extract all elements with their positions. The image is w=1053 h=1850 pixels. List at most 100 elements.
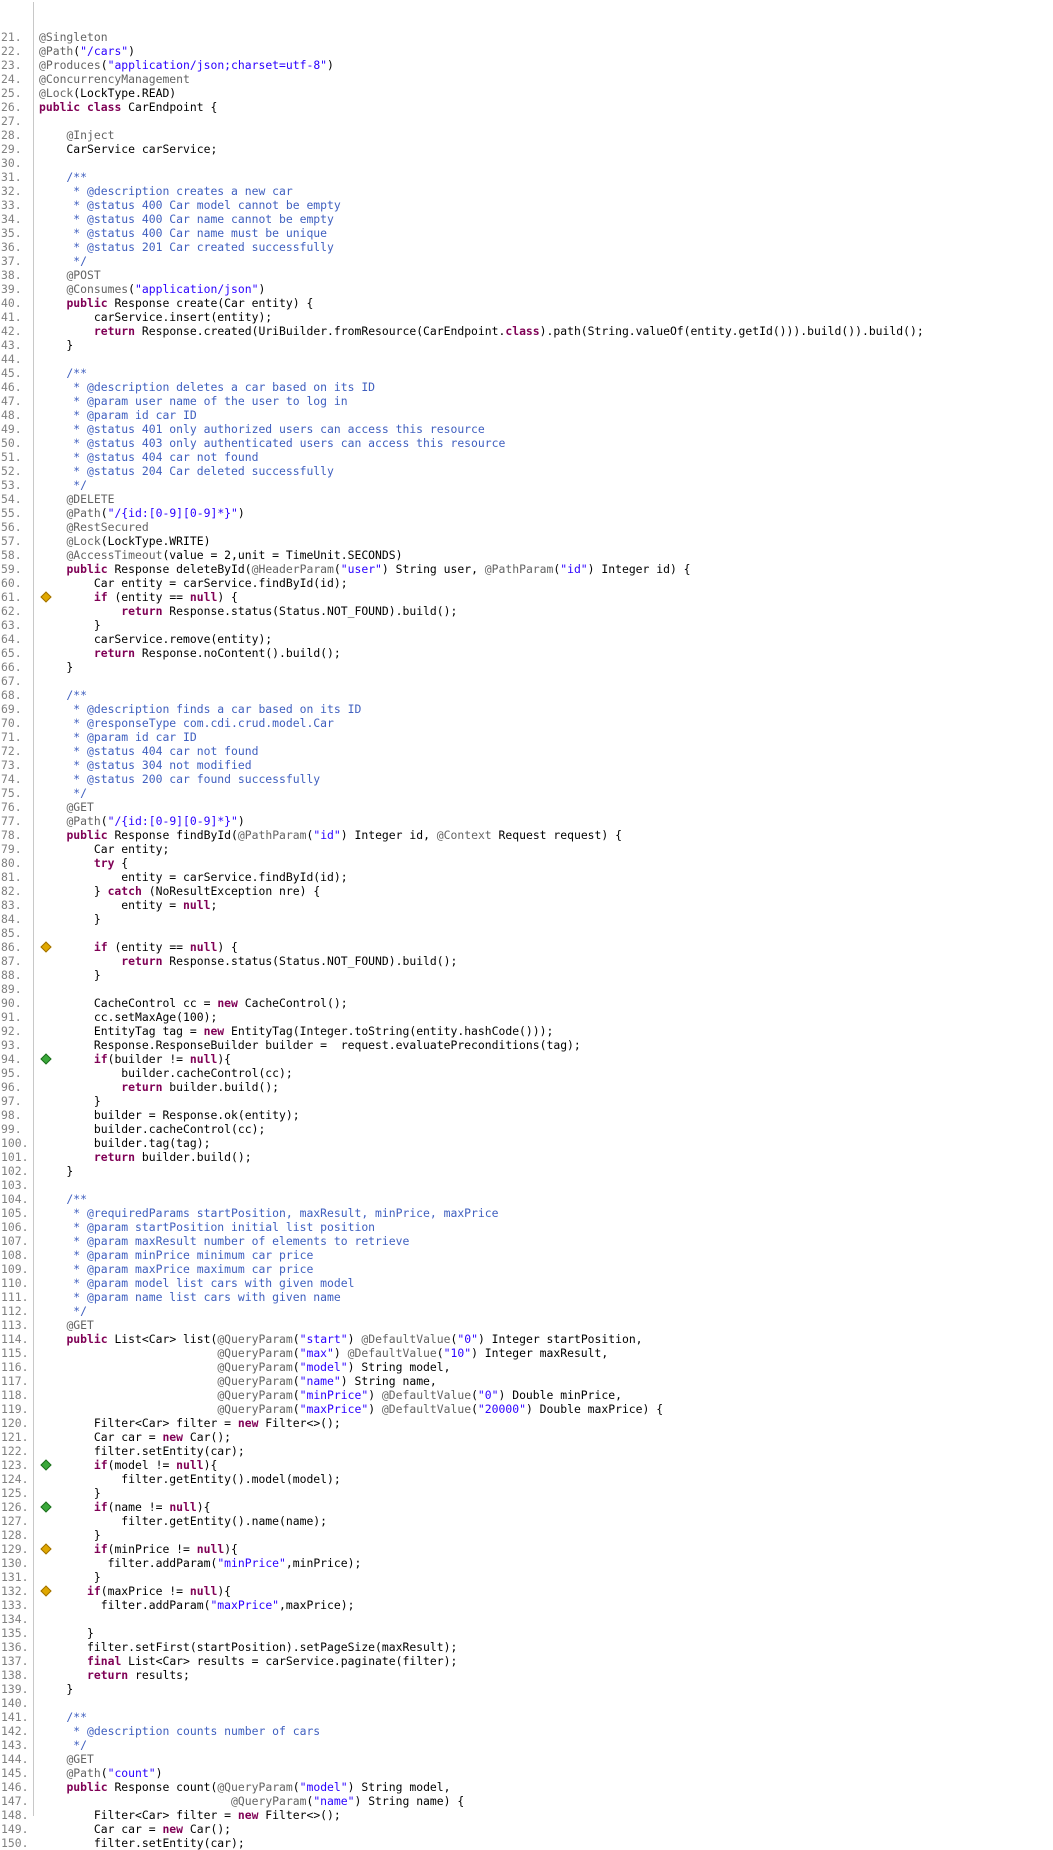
code-line[interactable]: 81. entity = carService.findById(id); [0,870,1053,884]
code-line[interactable]: 65. return Response.noContent().build(); [0,646,1053,660]
code-line[interactable]: 52. * @status 204 Car deleted successful… [0,464,1053,478]
code-line[interactable]: 72. * @status 404 car not found [0,744,1053,758]
code-line[interactable]: 115. @QueryParam("max") @DefaultValue("1… [0,1346,1053,1360]
code-line[interactable]: 74. * @status 200 car found successfully [0,772,1053,786]
code-line[interactable]: 144. @GET [0,1752,1053,1766]
code-line[interactable]: 54. @DELETE [0,492,1053,506]
code-line[interactable]: 28. @Inject [0,128,1053,142]
code-line[interactable]: 42. return Response.created(UriBuilder.f… [0,324,1053,338]
code-line[interactable]: 79. Car entity; [0,842,1053,856]
code-line[interactable]: 117. @QueryParam("name") String name, [0,1374,1053,1388]
code-line[interactable]: 34. * @status 400 Car name cannot be emp… [0,212,1053,226]
code-line[interactable]: 30. [0,156,1053,170]
code-line[interactable]: 118. @QueryParam("minPrice") @DefaultVal… [0,1388,1053,1402]
code-line[interactable]: 137. final List<Car> results = carServic… [0,1654,1053,1668]
code-line[interactable]: 90. CacheControl cc = new CacheControl()… [0,996,1053,1010]
code-line[interactable]: 24. @ConcurrencyManagement [0,72,1053,86]
code-line[interactable]: 23. @Produces("application/json;charset=u… [0,58,1053,72]
code-line[interactable]: 66. } [0,660,1053,674]
code-line[interactable]: 33. * @status 400 Car model cannot be em… [0,198,1053,212]
code-line[interactable]: 93. Response.ResponseBuilder builder = r… [0,1038,1053,1052]
code-line[interactable]: 62. return Response.status(Status.NOT_FO… [0,604,1053,618]
code-line[interactable]: 130. filter.addParam("minPrice",minPrice… [0,1556,1053,1570]
code-line[interactable]: 75. */ [0,786,1053,800]
code-line[interactable]: 50. * @status 403 only authenticated use… [0,436,1053,450]
code-line[interactable]: 95. builder.cacheControl(cc); [0,1066,1053,1080]
code-line[interactable]: 78. public Response findById(@PathParam(… [0,828,1053,842]
code-editor[interactable]: 21. @Singleton 22. @Path("/cars") 23. @Produc… [0,2,1053,1850]
code-line[interactable]: 80. try { [0,856,1053,870]
code-line[interactable]: 150. filter.setEntity(car); [0,1836,1053,1850]
code-line[interactable]: 116. @QueryParam("model") String model, [0,1360,1053,1374]
code-line[interactable]: 56. @RestSecured [0,520,1053,534]
code-line[interactable]: 60. Car entity = carService.findById(id)… [0,576,1053,590]
code-line[interactable]: 142. * @description counts number of car… [0,1724,1053,1738]
code-line[interactable]: 138. return results; [0,1668,1053,1682]
code-line[interactable]: 63. } [0,618,1053,632]
code-line[interactable]: 47. * @param user name of the user to lo… [0,394,1053,408]
code-line[interactable]: 21. @Singleton [0,30,1053,44]
code-line[interactable]: 136. filter.setFirst(startPosition).setP… [0,1640,1053,1654]
code-line[interactable]: 139. } [0,1682,1053,1696]
code-line[interactable]: 114. public List<Car> list(@QueryParam("… [0,1332,1053,1346]
code-line[interactable]: 70. * @responseType com.cdi.crud.model.C… [0,716,1053,730]
code-line[interactable]: 85. [0,926,1053,940]
code-line[interactable]: 98. builder = Response.ok(entity); [0,1108,1053,1122]
code-line[interactable]: 59. public Response deleteById(@HeaderPa… [0,562,1053,576]
code-line[interactable]: 107. * @param maxResult number of elemen… [0,1234,1053,1248]
code-line[interactable]: 134. [0,1612,1053,1626]
code-line[interactable]: 32. * @description creates a new car [0,184,1053,198]
code-line[interactable]: 135. } [0,1626,1053,1640]
code-line[interactable]: 110. * @param model list cars with given… [0,1276,1053,1290]
code-line[interactable]: 86. if (entity == null) { [0,940,1053,954]
code-line[interactable]: 132. if(maxPrice != null){ [0,1584,1053,1598]
code-line[interactable]: 76. @GET [0,800,1053,814]
code-line[interactable]: 83. entity = null; [0,898,1053,912]
code-line[interactable]: 145. @Path("count") [0,1766,1053,1780]
code-line[interactable]: 101. return builder.build(); [0,1150,1053,1164]
code-line[interactable]: 148. Filter<Car> filter = new Filter<>()… [0,1808,1053,1822]
code-line[interactable]: 77. @Path("/{id:[0-9][0-9]*}") [0,814,1053,828]
code-line[interactable]: 146. public Response count(@QueryParam("… [0,1780,1053,1794]
code-line[interactable]: 88. } [0,968,1053,982]
code-line[interactable]: 29. CarService carService; [0,142,1053,156]
code-line[interactable]: 109. * @param maxPrice maximum car price [0,1262,1053,1276]
code-line[interactable]: 55. @Path("/{id:[0-9][0-9]*}") [0,506,1053,520]
code-line[interactable]: 43. } [0,338,1053,352]
code-line[interactable]: 102. } [0,1164,1053,1178]
code-line[interactable]: 149. Car car = new Car(); [0,1822,1053,1836]
code-line[interactable]: 26. public class CarEndpoint { [0,100,1053,114]
code-line[interactable]: 71. * @param id car ID [0,730,1053,744]
code-line[interactable]: 87. return Response.status(Status.NOT_FO… [0,954,1053,968]
code-line[interactable]: 82. } catch (NoResultException nre) { [0,884,1053,898]
code-line[interactable]: 99. builder.cacheControl(cc); [0,1122,1053,1136]
code-line[interactable]: 113. @GET [0,1318,1053,1332]
code-line[interactable]: 128. } [0,1528,1053,1542]
code-line[interactable]: 67. [0,674,1053,688]
code-line[interactable]: 53. */ [0,478,1053,492]
code-line[interactable]: 91. cc.setMaxAge(100); [0,1010,1053,1024]
code-line[interactable]: 105. * @requiredParams startPosition, ma… [0,1206,1053,1220]
code-line[interactable]: 48. * @param id car ID [0,408,1053,422]
code-line[interactable]: 108. * @param minPrice minimum car price [0,1248,1053,1262]
code-line[interactable]: 57. @Lock(LockType.WRITE) [0,534,1053,548]
code-line[interactable]: 119. @QueryParam("maxPrice") @DefaultVal… [0,1402,1053,1416]
code-line[interactable]: 40. public Response create(Car entity) { [0,296,1053,310]
code-line[interactable]: 125. } [0,1486,1053,1500]
code-line[interactable]: 27. [0,114,1053,128]
code-line[interactable]: 35. * @status 400 Car name must be uniqu… [0,226,1053,240]
code-line[interactable]: 61. if (entity == null) { [0,590,1053,604]
code-line[interactable]: 68. /** [0,688,1053,702]
code-line[interactable]: 120. Filter<Car> filter = new Filter<>()… [0,1416,1053,1430]
code-line[interactable]: 25. @Lock(LockType.READ) [0,86,1053,100]
code-line[interactable]: 97. } [0,1094,1053,1108]
code-line[interactable]: 126. if(name != null){ [0,1500,1053,1514]
code-line[interactable]: 36. * @status 201 Car created successful… [0,240,1053,254]
code-line[interactable]: 96. return builder.build(); [0,1080,1053,1094]
code-line[interactable]: 112. */ [0,1304,1053,1318]
code-line[interactable]: 92. EntityTag tag = new EntityTag(Intege… [0,1024,1053,1038]
code-line[interactable]: 103. [0,1178,1053,1192]
code-line[interactable]: 84. } [0,912,1053,926]
code-line[interactable]: 143. */ [0,1738,1053,1752]
code-line[interactable]: 124. filter.getEntity().model(model); [0,1472,1053,1486]
